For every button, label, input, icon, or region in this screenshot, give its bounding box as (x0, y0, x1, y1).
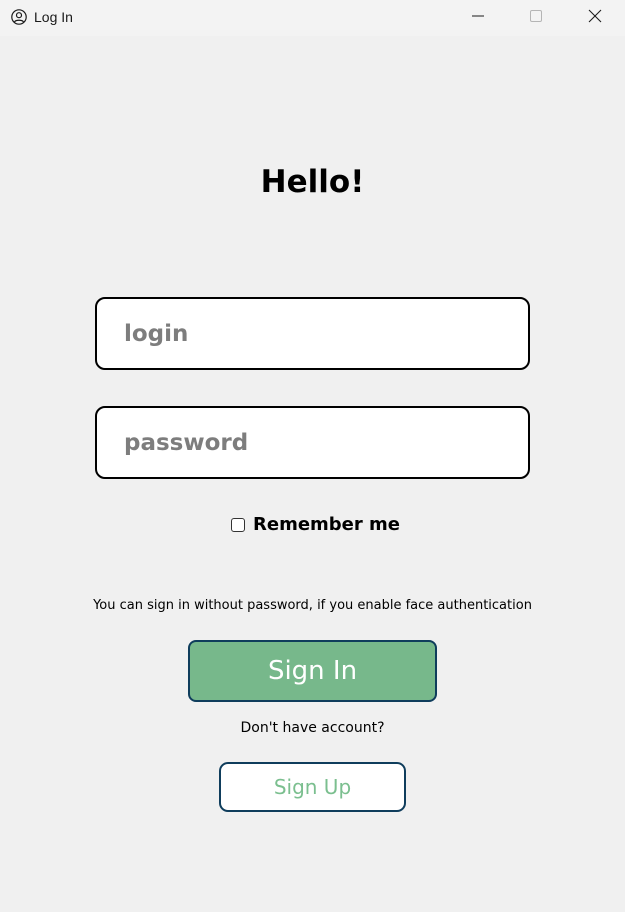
sign-in-button[interactable]: Sign In (188, 640, 437, 702)
page-title: Hello! (260, 164, 365, 200)
close-icon (588, 8, 602, 27)
password-input[interactable] (97, 408, 528, 477)
window-title: Log In (34, 9, 73, 25)
remember-me-checkbox[interactable] (231, 517, 245, 532)
remember-me[interactable]: Remember me (231, 514, 400, 535)
login-field[interactable] (95, 297, 530, 370)
remember-me-label[interactable]: Remember me (253, 514, 400, 535)
login-window: Log In Hello! login Remember me You can … (0, 0, 625, 912)
face-auth-hint: You can sign in without password, if you… (93, 598, 532, 613)
close-button[interactable] (572, 0, 618, 34)
sign-up-button[interactable]: Sign Up (219, 762, 406, 812)
user-circle-icon (11, 9, 27, 25)
maximize-button[interactable] (513, 0, 559, 34)
no-account-text: Don't have account? (240, 720, 385, 736)
maximize-icon (529, 8, 543, 27)
minimize-icon (471, 8, 485, 27)
login-input[interactable] (97, 299, 528, 368)
minimize-button[interactable] (455, 0, 501, 34)
password-field[interactable] (95, 406, 530, 479)
title-bar[interactable]: Log In (0, 0, 625, 36)
